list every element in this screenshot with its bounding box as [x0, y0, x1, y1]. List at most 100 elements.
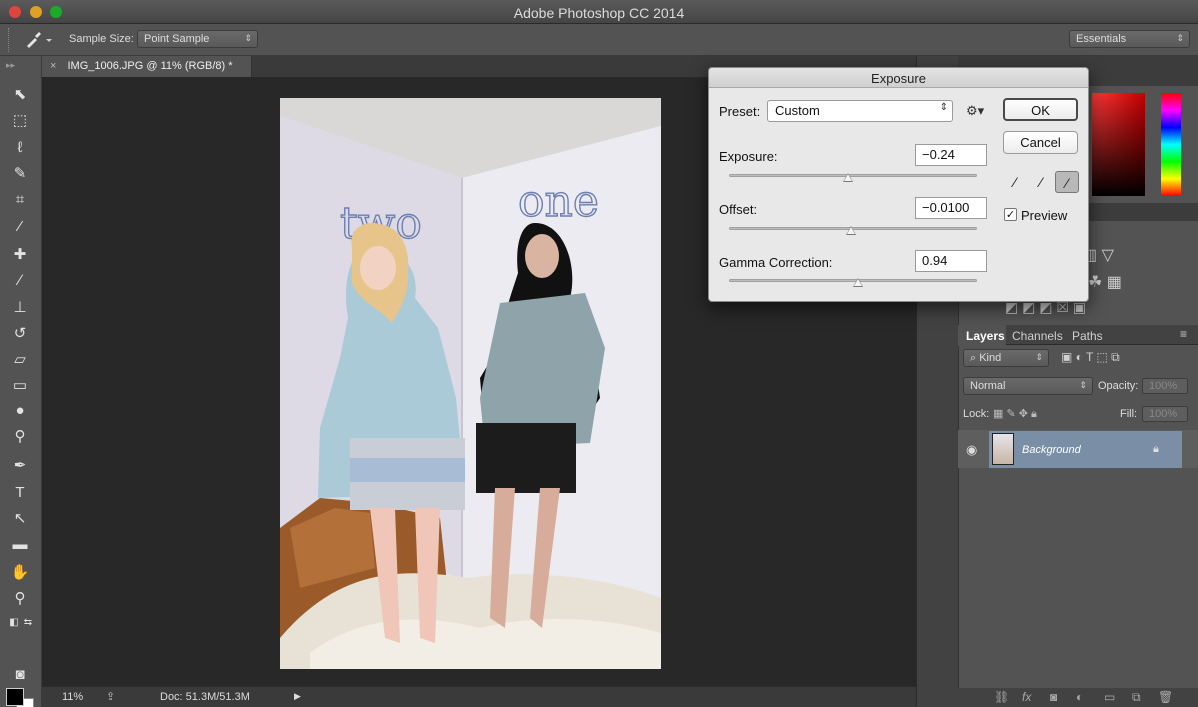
tab-layers[interactable]: Layers — [966, 329, 1005, 343]
quick-mask-icon[interactable]: ◙ — [8, 664, 32, 686]
kind-filter-value: Kind — [979, 352, 1002, 364]
gradient-tool-icon[interactable]: ▭ — [8, 375, 32, 397]
workspace-value: Essentials — [1076, 33, 1127, 45]
sample-size-value: Point Sample — [144, 33, 210, 45]
white-point-eyedropper-icon[interactable]: ⁄ — [1055, 171, 1079, 193]
sample-size-select[interactable]: Point Sample ⇕ — [137, 30, 258, 48]
move-tool-icon[interactable]: ⬉ — [8, 84, 32, 106]
new-adjustment-layer-icon[interactable]: ◐ — [1076, 690, 1083, 704]
title-bar: Adobe Photoshop CC 2014 — [0, 0, 1198, 24]
exposure-field[interactable]: −0.24 — [915, 144, 987, 166]
preview-label[interactable]: Preview — [1021, 208, 1067, 223]
new-layer-icon[interactable]: ⧉ — [1132, 690, 1141, 705]
type-tool-icon[interactable]: T — [8, 482, 32, 504]
gamma-slider[interactable] — [729, 278, 977, 287]
rectangular-marquee-tool-icon[interactable]: ⬚ — [8, 110, 32, 132]
updown-arrows-icon: ⇕ — [1079, 380, 1087, 390]
ok-button[interactable]: OK — [1003, 98, 1078, 121]
gamma-label: Gamma Correction: — [719, 255, 833, 270]
workspace-select[interactable]: Essentials ⇕ — [1069, 30, 1190, 48]
options-bar-grip[interactable] — [8, 28, 12, 52]
lock-icons[interactable]: ▦ ✎ ✥ 🔒︎ — [993, 407, 1037, 421]
clone-stamp-tool-icon[interactable]: ⊥ — [8, 297, 32, 319]
layer-filter-kind-select[interactable]: ⌕ Kind ⇕ — [963, 349, 1049, 367]
blur-tool-icon[interactable]: ● — [8, 400, 32, 422]
offset-slider-thumb[interactable] — [845, 226, 856, 235]
screen-mode-icon[interactable] — [8, 688, 32, 707]
photo-two-people-illustration: two one — [280, 98, 661, 669]
dialog-title: Exposure — [709, 68, 1088, 88]
add-mask-icon[interactable]: ◙ — [1050, 690, 1057, 704]
tool-preset-picker[interactable] — [24, 31, 54, 49]
preset-select[interactable]: Custom ⇕ — [767, 100, 953, 122]
document-tab-label: IMG_1006.JPG @ 11% (RGB/8) * — [67, 60, 233, 72]
lasso-tool-icon[interactable]: ℓ — [8, 137, 32, 159]
black-point-eyedropper-icon[interactable]: ⁄ — [1003, 171, 1027, 193]
new-group-icon[interactable]: ▭ — [1104, 690, 1115, 704]
brush-tool-icon[interactable]: ∕ — [8, 270, 32, 292]
fill-field[interactable]: 100% — [1142, 406, 1188, 422]
hue-slider[interactable] — [1161, 93, 1181, 196]
layers-panel-footer: ⛓ fx ◙ ◐ ▭ ⧉ 🗑︎ — [958, 688, 1198, 707]
history-brush-tool-icon[interactable]: ↺ — [8, 323, 32, 345]
wall-text-one: one — [518, 176, 599, 227]
status-bar: 11% ⇪ Doc: 51.3M/51.3M ▶ — [42, 686, 916, 707]
document-tab[interactable]: × IMG_1006.JPG @ 11% (RGB/8) * — [42, 56, 252, 77]
gamma-field[interactable]: 0.94 — [915, 250, 987, 272]
share-icon[interactable]: ⇪ — [106, 690, 115, 703]
updown-arrows-icon: ⇕ — [1035, 352, 1043, 362]
offset-field[interactable]: −0.0100 — [915, 197, 987, 219]
offset-slider[interactable] — [729, 226, 977, 235]
updown-arrows-icon: ⇕ — [939, 102, 948, 113]
crop-tool-icon[interactable]: ⌗ — [8, 189, 32, 211]
hand-tool-icon[interactable]: ✋ — [8, 562, 32, 584]
panel-collapse-icon[interactable]: ▸▸ — [6, 60, 15, 71]
spot-healing-brush-icon[interactable]: ✚ — [8, 244, 32, 266]
cancel-button[interactable]: Cancel — [1003, 131, 1078, 154]
fill-label: Fill: — [1120, 408, 1138, 420]
offset-label: Offset: — [719, 202, 758, 217]
document-canvas-photo[interactable]: two one — [280, 98, 661, 669]
blend-mode-value: Normal — [970, 380, 1006, 392]
exposure-slider[interactable] — [729, 173, 977, 182]
checkmark-icon: ✓ — [1005, 209, 1016, 221]
gray-point-eyedropper-icon[interactable]: ⁄ — [1029, 171, 1053, 193]
eraser-tool-icon[interactable]: ▱ — [8, 349, 32, 371]
layer-filter-icons[interactable]: ▣ ◐ T ⬚ ⧉ — [1061, 350, 1120, 365]
pen-tool-icon[interactable]: ✒ — [8, 455, 32, 477]
updown-arrows-icon: ⇕ — [1176, 33, 1184, 43]
zoom-level[interactable]: 11% — [62, 691, 83, 703]
zoom-tool-icon[interactable]: ⚲ — [8, 588, 32, 610]
tab-paths[interactable]: Paths — [1072, 329, 1103, 343]
link-layers-icon[interactable]: ⛓ — [994, 690, 1009, 704]
visibility-eye-icon[interactable]: ◉ — [966, 442, 977, 458]
adjustment-icons-row-2[interactable]: ☘ ▦ — [1088, 272, 1122, 292]
exposure-slider-thumb[interactable] — [843, 173, 854, 182]
tools-panel: ▸▸ ⬉ ⬚ ℓ ✎ ⌗ ⁄ ✚ ∕ ⊥ ↺ ▱ ▭ ● ⚲ ✒ T ↖ ▬ ✋… — [0, 56, 42, 707]
swap-colors-icon[interactable]: ⇆ — [16, 612, 40, 634]
layer-lock-icon: 🔒︎ — [1153, 443, 1159, 455]
quick-selection-tool-icon[interactable]: ✎ — [8, 163, 32, 185]
rectangle-tool-icon[interactable]: ▬ — [8, 534, 32, 556]
close-tab-icon[interactable]: × — [50, 60, 56, 72]
dodge-tool-icon[interactable]: ⚲ — [8, 426, 32, 448]
tab-channels[interactable]: Channels — [1012, 329, 1063, 343]
preview-checkbox[interactable]: ✓ — [1004, 208, 1017, 221]
opacity-label: Opacity: — [1098, 380, 1139, 392]
gear-icon[interactable]: ⚙▾ — [966, 103, 984, 119]
eyedropper-tool-icon[interactable]: ⁄ — [8, 216, 32, 238]
layer-name[interactable]: Background — [1022, 444, 1081, 456]
panel-menu-icon[interactable]: ≡ — [1180, 327, 1187, 341]
layer-style-icon[interactable]: fx — [1022, 690, 1031, 704]
opacity-field[interactable]: 100% — [1142, 378, 1188, 394]
delete-layer-icon[interactable]: 🗑︎ — [1158, 690, 1173, 704]
updown-arrows-icon: ⇕ — [244, 33, 252, 43]
preset-label: Preset: — [719, 104, 761, 119]
gamma-slider-thumb[interactable] — [852, 278, 863, 287]
path-selection-tool-icon[interactable]: ↖ — [8, 508, 32, 530]
blend-mode-select[interactable]: Normal ⇕ — [963, 377, 1093, 395]
status-menu-arrow-icon[interactable]: ▶ — [294, 691, 301, 702]
lock-label: Lock: — [963, 408, 990, 420]
preset-value: Custom — [775, 103, 820, 118]
color-picker-field[interactable] — [1092, 93, 1145, 196]
